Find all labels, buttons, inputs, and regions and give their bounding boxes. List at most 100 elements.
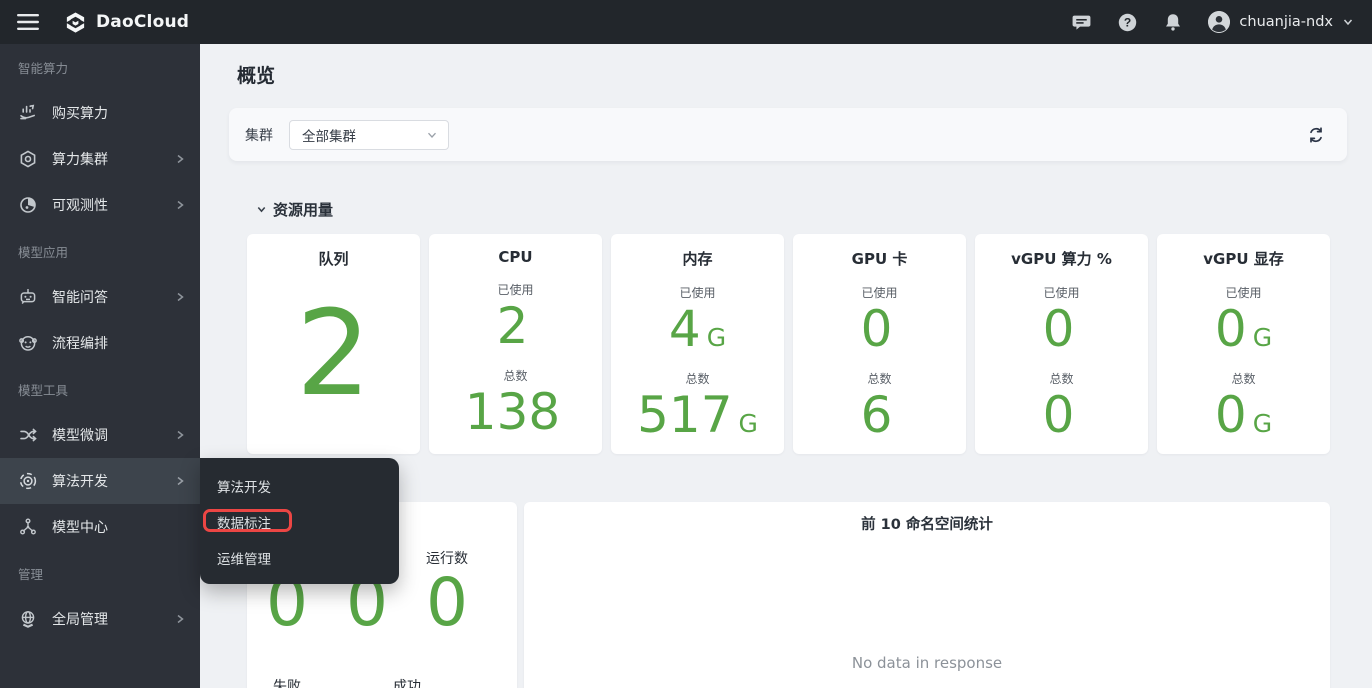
- menu-toggle-button[interactable]: [10, 4, 46, 40]
- bottom-row: 运行数 0 0 0 失败 成功 前 10 命名空间统计 No data in r…: [247, 502, 1330, 688]
- filter-bar: 集群 全部集群: [229, 108, 1347, 161]
- sidebar-section-label: 管理: [0, 550, 200, 596]
- total-value: 517G: [611, 389, 784, 442]
- used-value: 4G: [611, 303, 784, 356]
- chart-title: 前 10 命名空间统计: [524, 513, 1330, 534]
- main-content: 概览 集群 全部集群 资源用量 队列 2: [200, 44, 1372, 688]
- notifications-button[interactable]: [1162, 11, 1184, 33]
- card-title: 内存: [611, 248, 784, 269]
- sidebar-item-label: 算力集群: [52, 149, 174, 169]
- resources-section-header[interactable]: 资源用量: [256, 199, 1347, 220]
- total-label: 总数: [793, 370, 966, 387]
- svg-text:?: ?: [1124, 15, 1131, 29]
- chevron-right-icon: [174, 291, 186, 303]
- namespace-chart-card: 前 10 命名空间统计 No data in response: [524, 502, 1330, 688]
- card-title: CPU: [429, 248, 602, 266]
- card-title: vGPU 算力 %: [975, 248, 1148, 269]
- vgpu-memory-card: vGPU 显存 已使用 0G 总数 0G: [1157, 234, 1330, 454]
- sidebar-section-label: 模型应用: [0, 228, 200, 274]
- total-label: 总数: [429, 367, 602, 384]
- sidebar-item-smart-qa[interactable]: 智能问答: [0, 274, 200, 320]
- globe-icon: [18, 609, 38, 629]
- used-label: 已使用: [793, 284, 966, 301]
- gpu-card: GPU 卡 已使用 0 总数 6: [793, 234, 966, 454]
- help-button[interactable]: ?: [1116, 11, 1138, 33]
- sidebar-item-algorithm-dev[interactable]: 算法开发: [0, 458, 200, 504]
- used-label: 已使用: [1157, 284, 1330, 301]
- resources-section-title: 资源用量: [273, 199, 333, 220]
- chevron-right-icon: [174, 153, 186, 165]
- sidebar-item-label: 购买算力: [52, 103, 186, 123]
- total-label: 总数: [1157, 370, 1330, 387]
- model-hub-icon: [18, 517, 38, 537]
- sidebar-item-global-admin[interactable]: 全局管理: [0, 596, 200, 642]
- queue-value: 2: [247, 269, 420, 454]
- daocloud-logo-icon: [64, 11, 87, 34]
- total-label: 总数: [975, 370, 1148, 387]
- memory-card: 内存 已使用 4G 总数 517G: [611, 234, 784, 454]
- submenu-item-algorithm-dev[interactable]: 算法开发: [200, 468, 399, 504]
- submenu-item-data-annotation[interactable]: 数据标注: [200, 504, 399, 540]
- fail-label: 失败: [273, 676, 301, 688]
- topbar: DaoCloud ?: [0, 0, 1372, 44]
- chevron-down-icon: [256, 204, 267, 215]
- sidebar-item-model-hub[interactable]: 模型中心: [0, 504, 200, 550]
- help-icon: ?: [1117, 12, 1138, 33]
- sidebar-item-label: 全局管理: [52, 609, 174, 629]
- used-label: 已使用: [975, 284, 1148, 301]
- cluster-filter-label: 集群: [245, 125, 273, 145]
- card-title: GPU 卡: [793, 248, 966, 269]
- cluster-icon: [18, 149, 38, 169]
- sidebar-item-workflow[interactable]: 流程编排: [0, 320, 200, 366]
- chevron-right-icon: [174, 429, 186, 441]
- used-label: 已使用: [429, 281, 602, 298]
- total-value: 0G: [1157, 389, 1330, 442]
- sidebar-item-model-finetune[interactable]: 模型微调: [0, 412, 200, 458]
- sidebar-item-compute-cluster[interactable]: 算力集群: [0, 136, 200, 182]
- sidebar-item-observability[interactable]: 可观测性: [0, 182, 200, 228]
- total-label: 总数: [611, 370, 784, 387]
- used-value: 0: [793, 303, 966, 356]
- observability-icon: [18, 195, 38, 215]
- cluster-select[interactable]: 全部集群: [289, 120, 449, 150]
- finetune-icon: [18, 425, 38, 445]
- queue-card: 队列 2: [247, 234, 420, 454]
- account-menu[interactable]: chuanjia-ndx: [1208, 11, 1354, 33]
- total-value: 0: [975, 389, 1148, 442]
- sidebar-item-buy-compute[interactable]: 购买算力: [0, 90, 200, 136]
- chevron-right-icon: [174, 475, 186, 487]
- total-value: 6: [793, 389, 966, 442]
- card-title: 队列: [247, 248, 420, 269]
- buy-compute-icon: [18, 103, 38, 123]
- chevron-down-icon: [1342, 16, 1354, 28]
- chevron-right-icon: [174, 613, 186, 625]
- sidebar: 智能算力 购买算力 算力集群: [0, 44, 200, 688]
- used-value: 0: [975, 303, 1148, 356]
- refresh-icon: [1306, 125, 1326, 145]
- sidebar-section-label: 智能算力: [0, 44, 200, 90]
- chevron-down-icon: [426, 129, 438, 141]
- avatar: [1208, 11, 1230, 33]
- account-name: chuanjia-ndx: [1239, 14, 1333, 30]
- resource-cards: 队列 2 CPU 已使用 2 总数 138 内存 已使用 4G 总数 517G …: [247, 234, 1330, 454]
- chart-empty-state: No data in response: [524, 654, 1330, 672]
- task-labels-row-2: 失败 成功: [247, 676, 487, 688]
- chat-icon: [1071, 12, 1092, 33]
- brand[interactable]: DaoCloud: [64, 11, 189, 34]
- used-value: 0G: [1157, 303, 1330, 356]
- messages-button[interactable]: [1070, 11, 1092, 33]
- success-label: 成功: [393, 676, 421, 688]
- total-value: 138: [429, 386, 602, 439]
- algorithm-dev-icon: [18, 471, 38, 491]
- algorithm-dev-submenu: 算法开发 数据标注 运维管理: [200, 458, 399, 584]
- task-value: 0: [426, 570, 468, 636]
- bell-icon: [1163, 12, 1183, 33]
- hamburger-icon: [17, 14, 39, 30]
- sidebar-item-label: 智能问答: [52, 287, 174, 307]
- sidebar-item-label: 模型微调: [52, 425, 174, 445]
- used-value: 2: [429, 300, 602, 353]
- page-title: 概览: [237, 61, 1347, 88]
- submenu-item-ops-management[interactable]: 运维管理: [200, 540, 399, 576]
- sidebar-item-label: 流程编排: [52, 333, 186, 353]
- refresh-button[interactable]: [1305, 124, 1327, 146]
